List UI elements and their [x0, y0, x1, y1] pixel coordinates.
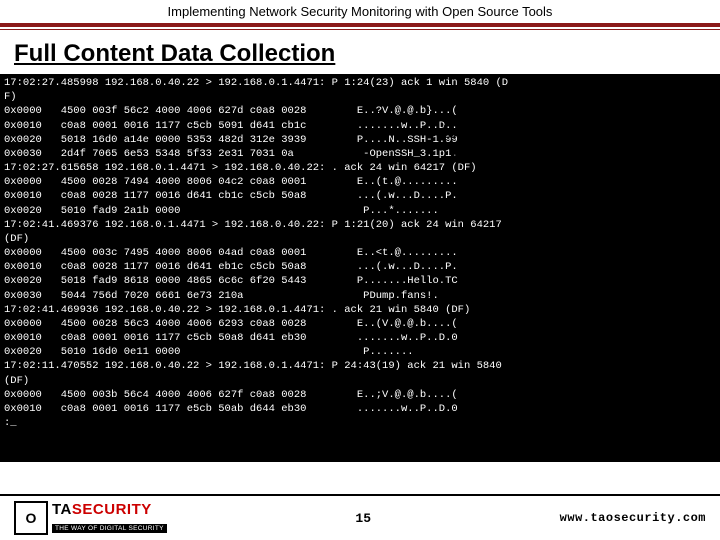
- rule-thin: [0, 29, 720, 30]
- deck-title: Implementing Network Security Monitoring…: [0, 0, 720, 21]
- logo-text: TASECURITY THE WAY OF DIGITAL SECURITY: [52, 502, 167, 535]
- logo-text-1: TA: [52, 501, 72, 518]
- logo: O TASECURITY THE WAY OF DIGITAL SECURITY: [14, 501, 167, 535]
- logo-mark-icon: O: [14, 501, 48, 535]
- page-number: 15: [355, 511, 371, 526]
- tcpdump-output-block: 17:02:27.485998 192.168.0.40.22 > 192.16…: [0, 74, 720, 462]
- logo-tagline: THE WAY OF DIGITAL SECURITY: [52, 524, 167, 533]
- rule-thick: [0, 23, 720, 27]
- slide-title: Full Content Data Collection: [0, 36, 720, 74]
- footer: O TASECURITY THE WAY OF DIGITAL SECURITY…: [0, 494, 720, 540]
- footer-url: www.taosecurity.com: [560, 511, 706, 525]
- logo-text-2: SECURITY: [72, 501, 152, 518]
